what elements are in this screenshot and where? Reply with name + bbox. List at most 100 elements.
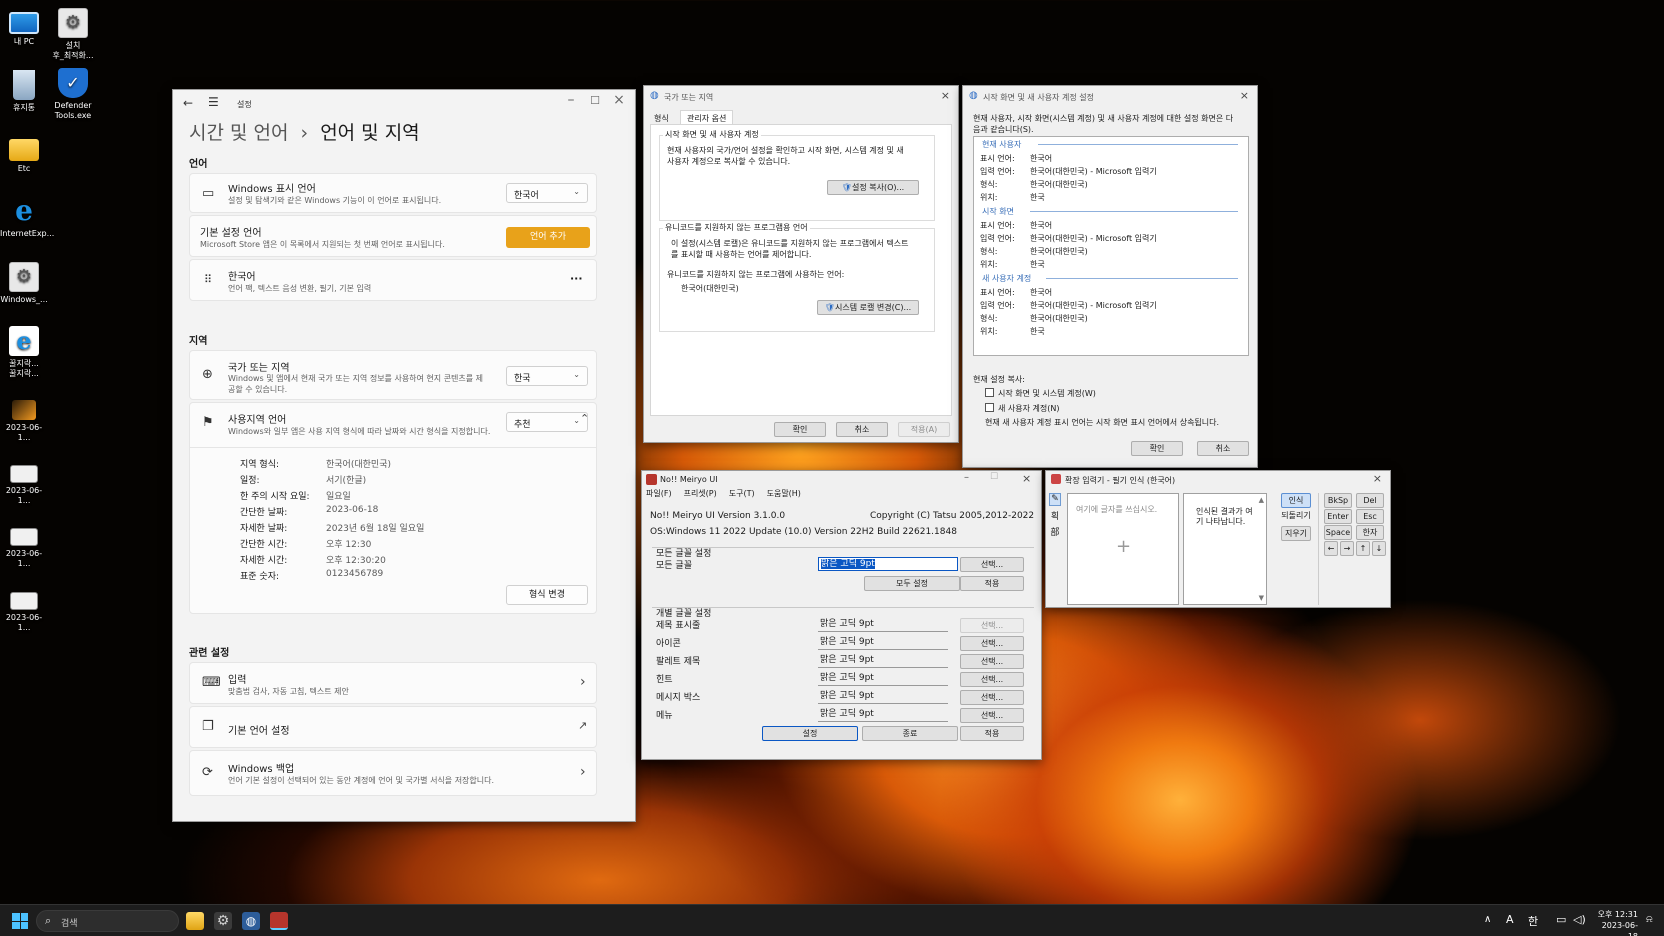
scroll-up-icon[interactable]: ▲: [1259, 496, 1264, 504]
scroll-down-icon[interactable]: ▼: [1259, 594, 1264, 602]
hamburger-menu-icon[interactable]: ☰: [208, 95, 219, 109]
chevron-up-icon[interactable]: ⌃: [580, 412, 589, 425]
handwriting-canvas[interactable]: 여기에 글자를 쓰십시오. +: [1067, 493, 1179, 605]
desktop-icon-etc[interactable]: Etc: [0, 135, 48, 174]
desktop-icon-setup-optimize[interactable]: ⚙ 설치 후_최적화...: [48, 8, 98, 61]
close-icon[interactable]: ×: [1373, 472, 1382, 485]
control-panel-icon[interactable]: ◍: [242, 912, 260, 930]
start-screen-checkbox-label[interactable]: 시작 화면 및 시스템 계정(W): [998, 388, 1096, 399]
notification-bell-icon[interactable]: ⍾: [1646, 914, 1653, 925]
delete-key[interactable]: Del: [1356, 493, 1384, 508]
maximize-icon[interactable]: ☐: [990, 472, 998, 482]
desktop-icon-windows-settings[interactable]: ⚙ Windows_...: [0, 262, 48, 305]
desktop-icon-my-pc[interactable]: 내 PC: [0, 8, 48, 47]
enter-key[interactable]: Enter: [1324, 509, 1352, 524]
start-screen-checkbox[interactable]: [985, 388, 994, 397]
backspace-key[interactable]: BkSp: [1324, 493, 1352, 508]
arrow-down-key[interactable]: ↓: [1372, 541, 1386, 556]
font-select-button[interactable]: 선택...: [960, 672, 1024, 687]
desktop-icon-recycle-bin[interactable]: 휴지통: [0, 70, 48, 113]
desktop-icon-shortcut[interactable]: e 꿀지락... 꿀지락...: [0, 326, 48, 379]
exit-button[interactable]: 종료: [862, 726, 958, 741]
close-icon[interactable]: ×: [1022, 472, 1031, 485]
desktop-icon-internet-explorer[interactable]: e InternetExp...: [0, 196, 54, 239]
close-icon[interactable]: ×: [611, 92, 627, 108]
desktop-icon-screenshot-1[interactable]: 2023-06-1...: [0, 400, 48, 443]
more-options-button[interactable]: ···: [570, 272, 583, 285]
recognition-result-list[interactable]: 인식된 결과가 여 기 나타납니다. ▲ ▼: [1183, 493, 1267, 605]
font-select-button[interactable]: 선택...: [960, 690, 1024, 705]
all-fonts-field[interactable]: 맑은 고딕 9pt: [818, 557, 958, 571]
font-select-button[interactable]: 선택...: [960, 654, 1024, 669]
settings-gear-icon[interactable]: ⚙: [214, 912, 232, 930]
recognize-button[interactable]: 인식: [1281, 493, 1311, 508]
apply-button[interactable]: 적용(A): [898, 422, 950, 437]
display-language-select[interactable]: 한국어 ⌄: [506, 183, 588, 203]
menu-file[interactable]: 파일(F): [646, 488, 672, 499]
new-user-checkbox[interactable]: [985, 403, 994, 412]
new-user-checkbox-label[interactable]: 새 사용자 계정(N): [998, 403, 1059, 414]
font-select-button[interactable]: 선택...: [960, 636, 1024, 651]
network-icon[interactable]: ▭: [1556, 913, 1566, 926]
change-format-button[interactable]: 형식 변경: [506, 585, 588, 605]
hanja-key[interactable]: 한자: [1356, 525, 1384, 540]
cancel-button[interactable]: 취소: [1197, 441, 1249, 456]
ime-hangul-indicator[interactable]: 한: [1528, 913, 1538, 929]
minimize-icon[interactable]: –: [964, 472, 969, 483]
add-language-button[interactable]: 언어 추가: [506, 227, 590, 248]
desktop-icon-screenshot-3[interactable]: 2023-06-1...: [0, 528, 48, 569]
desktop-icon-defender-tools[interactable]: ✓ Defender Tools.exe: [48, 68, 98, 121]
clear-button[interactable]: 지우기: [1281, 526, 1311, 541]
korean-language-item[interactable]: ⠿ 한국어 언어 팩, 텍스트 음성 변환, 필기, 기본 입력 ···: [189, 259, 597, 301]
menu-help[interactable]: 도움말(H): [767, 488, 801, 499]
volume-icon[interactable]: ◁): [1573, 913, 1586, 926]
start-button[interactable]: [12, 913, 28, 929]
admin-language-settings-link[interactable]: ❐ 기본 언어 설정 ↗: [189, 706, 597, 748]
breadcrumb-parent[interactable]: 시간 및 언어: [189, 122, 288, 144]
handwriting-mode-icon[interactable]: ✎: [1049, 493, 1061, 506]
menu-tools[interactable]: 도구(T): [729, 488, 755, 499]
desktop-icon-screenshot-2[interactable]: 2023-06-1...: [0, 465, 48, 506]
tab-format[interactable]: 형식: [654, 113, 669, 124]
stroke-mode-icon[interactable]: 획: [1049, 509, 1061, 522]
all-fonts-apply-button[interactable]: 적용: [960, 576, 1024, 591]
country-region-select[interactable]: 한국 ⌄: [506, 366, 588, 386]
arrow-right-key[interactable]: →: [1340, 541, 1354, 556]
drag-handle-icon[interactable]: ⠿: [204, 273, 212, 286]
menu-preset[interactable]: 프리셋(P): [684, 488, 717, 499]
settings-button[interactable]: 설정: [762, 726, 858, 741]
taskbar-search-box[interactable]: ⌕ 검색: [36, 910, 179, 932]
input-mode-indicator[interactable]: A: [1506, 913, 1514, 926]
font-select-button[interactable]: 선택...: [960, 618, 1024, 633]
font-select-button[interactable]: 선택...: [960, 708, 1024, 723]
meiryo-ui-taskbar-icon[interactable]: [270, 912, 288, 930]
close-icon[interactable]: ×: [1240, 89, 1249, 102]
windows-backup-link[interactable]: ⟳ Windows 백업 언어 기본 설정이 선택되어 있는 동안 계정에 언어…: [189, 750, 597, 796]
tray-overflow-chevron-icon[interactable]: ∧: [1484, 914, 1491, 925]
setting-value: 한국: [1030, 193, 1045, 202]
clock[interactable]: 오후 12:31 2023-06-18: [1594, 909, 1638, 936]
undo-button[interactable]: 되돌리기: [1279, 509, 1313, 524]
arrow-left-key[interactable]: ←: [1324, 541, 1338, 556]
change-system-locale-button[interactable]: 🛡시스템 로캘 변경(C)...: [817, 300, 919, 315]
set-all-button[interactable]: 모두 설정: [864, 576, 960, 591]
maximize-icon[interactable]: ☐: [587, 94, 603, 107]
typing-settings-link[interactable]: ⌨ 입력 맞춤법 검사, 자동 고침, 텍스트 제안 ›: [189, 662, 597, 704]
escape-key[interactable]: Esc: [1356, 509, 1384, 524]
copy-settings-button[interactable]: 🛡설정 복사(O)...: [827, 180, 919, 195]
desktop-icon-screenshot-4[interactable]: 2023-06-1...: [0, 592, 48, 633]
ok-button[interactable]: 확인: [1131, 441, 1183, 456]
all-fonts-select-button[interactable]: 선택...: [960, 557, 1024, 572]
cancel-button[interactable]: 취소: [836, 422, 888, 437]
minimize-icon[interactable]: –: [563, 92, 579, 108]
space-key[interactable]: Space: [1324, 525, 1352, 540]
arrow-up-key[interactable]: ↑: [1356, 541, 1370, 556]
ok-button[interactable]: 확인: [774, 422, 826, 437]
apply-button[interactable]: 적용: [960, 726, 1024, 741]
back-arrow-icon[interactable]: ←: [183, 96, 193, 110]
radical-mode-icon[interactable]: 部: [1049, 525, 1061, 538]
tab-admin-options[interactable]: 관리자 옵션: [680, 110, 734, 125]
file-explorer-icon[interactable]: [186, 912, 204, 930]
regional-format-select[interactable]: 추천 ⌄: [506, 412, 588, 432]
close-icon[interactable]: ×: [941, 89, 950, 102]
